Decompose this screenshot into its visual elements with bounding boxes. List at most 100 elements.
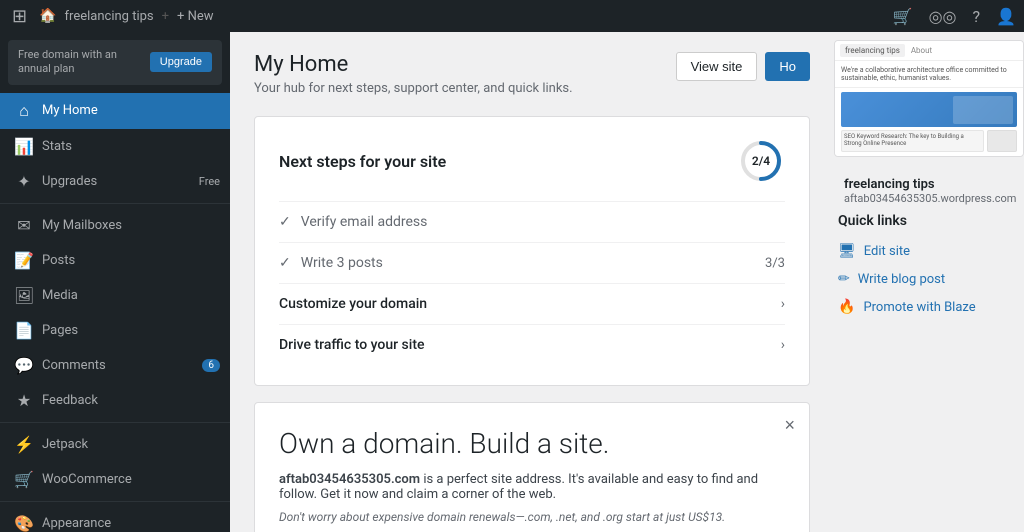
sidebar-item-label: Stats — [42, 139, 220, 154]
sidebar-divider-2 — [0, 422, 230, 423]
topbar-right: 🛒 ◎◎ ? 👤 — [893, 7, 1016, 26]
reader-icon[interactable]: ◎◎ — [929, 7, 957, 26]
help-icon[interactable]: ? — [973, 7, 981, 26]
sidebar-item-label: Appearance — [42, 516, 220, 531]
edit-icon: ✏ — [838, 271, 850, 287]
posts-icon: 📝 — [14, 251, 34, 270]
sidebar-item-pages[interactable]: 📄 Pages — [0, 313, 230, 348]
sidebar-item-jetpack[interactable]: ⚡ Jetpack — [0, 427, 230, 462]
sidebar-item-label: Media — [42, 288, 220, 303]
quick-link-edit-site[interactable]: 🖥 Edit site — [836, 237, 1022, 265]
main-content: My Home Your hub for next steps, support… — [230, 32, 834, 532]
upgrade-banner: Free domain with an annual plan Upgrade — [8, 40, 222, 85]
sidebar-item-comments[interactable]: 💬 Comments 6 — [0, 348, 230, 383]
sidebar-item-label: Upgrades — [42, 174, 191, 189]
free-badge: Free — [199, 175, 220, 188]
domain-banner-note: Don't worry about expensive domain renew… — [279, 510, 785, 524]
stats-icon: 📊 — [14, 137, 34, 156]
sidebar-item-label: Jetpack — [42, 437, 220, 452]
step-customize-domain[interactable]: Customize your domain › — [279, 283, 785, 324]
avatar-icon[interactable]: 👤 — [996, 7, 1016, 26]
upgrades-icon: ✦ — [14, 172, 34, 191]
sidebar-item-stats[interactable]: 📊 Stats — [0, 129, 230, 164]
next-steps-title: Next steps for your site — [279, 152, 446, 171]
woocommerce-icon: 🛒 — [14, 470, 34, 489]
cart-icon[interactable]: 🛒 — [893, 7, 913, 26]
sidebar-item-appearance[interactable]: 🎨 Appearance — [0, 506, 230, 532]
step-text: Verify email address — [301, 214, 428, 230]
domain-banner-body: aftab03454635305.com is a perfect site a… — [279, 472, 785, 502]
site-icon: 🏠 — [39, 8, 56, 24]
ho-button[interactable]: Ho — [765, 52, 810, 81]
site-name-link[interactable]: freelancing tips — [65, 9, 154, 24]
sidebar: Free domain with an annual plan Upgrade … — [0, 32, 230, 532]
quick-link-label: Promote with Blaze — [863, 300, 975, 315]
domain-name: aftab03454635305.com — [279, 472, 420, 487]
domain-banner: × Own a domain. Build a site. aftab03454… — [254, 402, 810, 532]
sidebar-item-feedback[interactable]: ★ Feedback — [0, 383, 230, 418]
sidebar-item-woocommerce[interactable]: 🛒 WooCommerce — [0, 462, 230, 497]
comments-icon: 💬 — [14, 356, 34, 375]
upgrade-text: Free domain with an annual plan — [18, 48, 150, 77]
wp-logo-icon[interactable]: ⊞ — [8, 6, 31, 27]
monitor-icon: 🖥 — [838, 243, 856, 259]
page-header: My Home Your hub for next steps, support… — [254, 52, 810, 96]
layout: Free domain with an annual plan Upgrade … — [0, 32, 1024, 532]
site-preview-cards: SEO Keyword Research: The key to Buildin… — [841, 130, 1017, 152]
check-icon: ✓ — [279, 214, 291, 230]
new-button[interactable]: + New — [177, 9, 214, 24]
preview-tab1: freelancing tips — [840, 44, 905, 57]
page-header-text: My Home Your hub for next steps, support… — [254, 52, 573, 96]
feedback-icon: ★ — [14, 391, 34, 410]
quick-link-write-blog[interactable]: ✏ Write blog post — [836, 265, 1022, 293]
progress-label: 2/4 — [752, 154, 770, 168]
close-button[interactable]: × — [784, 415, 795, 436]
sidebar-item-label: My Home — [42, 103, 220, 118]
mail-icon: ✉ — [14, 216, 34, 235]
sidebar-item-my-home[interactable]: ⌂ My Home — [0, 93, 230, 129]
site-preview-hero-text: We're a collaborative architecture offic… — [835, 61, 1023, 88]
site-preview-hero-img — [841, 92, 1017, 127]
check-icon: ✓ — [279, 255, 291, 271]
view-site-button[interactable]: View site — [676, 52, 758, 81]
sidebar-divider — [0, 203, 230, 204]
quick-links: Quick links 🖥 Edit site ✏ Write blog pos… — [834, 213, 1024, 321]
step-left: ✓ Write 3 posts — [279, 255, 383, 271]
sidebar-item-posts[interactable]: 📝 Posts — [0, 243, 230, 278]
step-left: Drive traffic to your site — [279, 337, 424, 353]
progress-circle: 2/4 — [737, 137, 785, 185]
step-text: Customize your domain — [279, 296, 427, 312]
step-verify-email: ✓ Verify email address — [279, 201, 785, 242]
media-icon: 🖼 — [14, 286, 34, 305]
step-text: Write 3 posts — [301, 255, 383, 271]
preview-tab2: About — [911, 46, 932, 55]
sidebar-item-media[interactable]: 🖼 Media — [0, 278, 230, 313]
sidebar-item-label: My Mailboxes — [42, 218, 220, 233]
sidebar-item-mailboxes[interactable]: ✉ My Mailboxes — [0, 208, 230, 243]
step-write-posts: ✓ Write 3 posts 3/3 — [279, 242, 785, 283]
step-drive-traffic[interactable]: Drive traffic to your site › — [279, 324, 785, 365]
site-url: aftab03454635305.wordpress.com — [844, 192, 1014, 205]
step-left: ✓ Verify email address — [279, 214, 427, 230]
sidebar-item-upgrades[interactable]: ✦ Upgrades Free — [0, 164, 230, 199]
step-count: 3/3 — [765, 256, 785, 271]
upgrade-button[interactable]: Upgrade — [150, 52, 212, 72]
sidebar-item-label: Comments — [42, 358, 194, 373]
comments-badge: 6 — [202, 359, 220, 372]
preview-card-1: SEO Keyword Research: The key to Buildin… — [841, 130, 984, 152]
next-steps-header: Next steps for your site 2/4 — [279, 137, 785, 185]
quick-link-label: Edit site — [864, 244, 910, 259]
chevron-right-icon: › — [781, 337, 785, 353]
page-title: My Home — [254, 52, 573, 77]
appearance-icon: 🎨 — [14, 514, 34, 532]
home-icon: ⌂ — [14, 101, 34, 121]
preview-card-2 — [987, 130, 1017, 152]
sidebar-nav: ⌂ My Home 📊 Stats ✦ Upgrades Free ✉ My M… — [0, 93, 230, 532]
site-info: freelancing tips aftab03454635305.wordpr… — [834, 169, 1024, 213]
quick-link-promote-blaze[interactable]: 🔥 Promote with Blaze — [836, 293, 1022, 321]
right-panel: freelancing tips About We're a collabora… — [834, 32, 1024, 532]
step-left: Customize your domain — [279, 296, 427, 312]
sidebar-item-label: Posts — [42, 253, 220, 268]
fire-icon: 🔥 — [838, 299, 855, 315]
domain-banner-title: Own a domain. Build a site. — [279, 427, 785, 460]
